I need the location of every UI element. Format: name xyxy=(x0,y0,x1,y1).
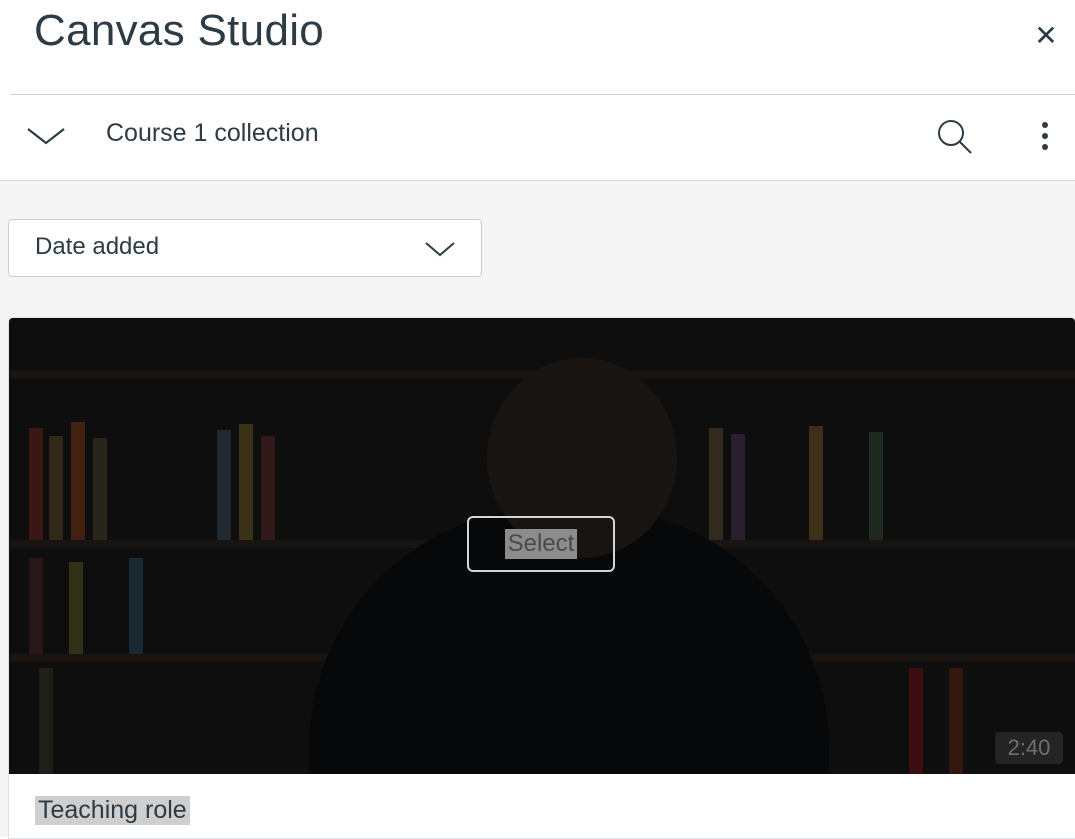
media-card: Select 2:40 Teaching role xyxy=(8,317,1075,839)
search-icon[interactable] xyxy=(935,117,975,157)
close-icon: ✕ xyxy=(1034,19,1058,51)
sort-select[interactable]: Date added xyxy=(8,219,482,277)
chevron-down-icon xyxy=(425,242,455,257)
more-vertical-icon[interactable] xyxy=(1033,119,1057,155)
select-button[interactable]: Select xyxy=(467,516,615,572)
chevron-down-icon[interactable] xyxy=(24,121,68,151)
video-thumbnail[interactable]: Select 2:40 xyxy=(9,318,1075,774)
media-panel: Date added Select 2:40 Teaching role xyxy=(0,181,1075,839)
select-label: Select xyxy=(504,529,578,559)
duration-badge: 2:40 xyxy=(995,732,1063,764)
sort-selected-value: Date added xyxy=(35,233,160,260)
close-button[interactable]: ✕ xyxy=(1031,19,1061,51)
collection-bar: Course 1 collection xyxy=(0,95,1075,180)
media-title[interactable]: Teaching role xyxy=(35,796,190,825)
collection-title: Course 1 collection xyxy=(106,119,319,147)
app-header: Canvas Studio ✕ xyxy=(0,0,1075,94)
app-title: Canvas Studio xyxy=(34,6,325,55)
